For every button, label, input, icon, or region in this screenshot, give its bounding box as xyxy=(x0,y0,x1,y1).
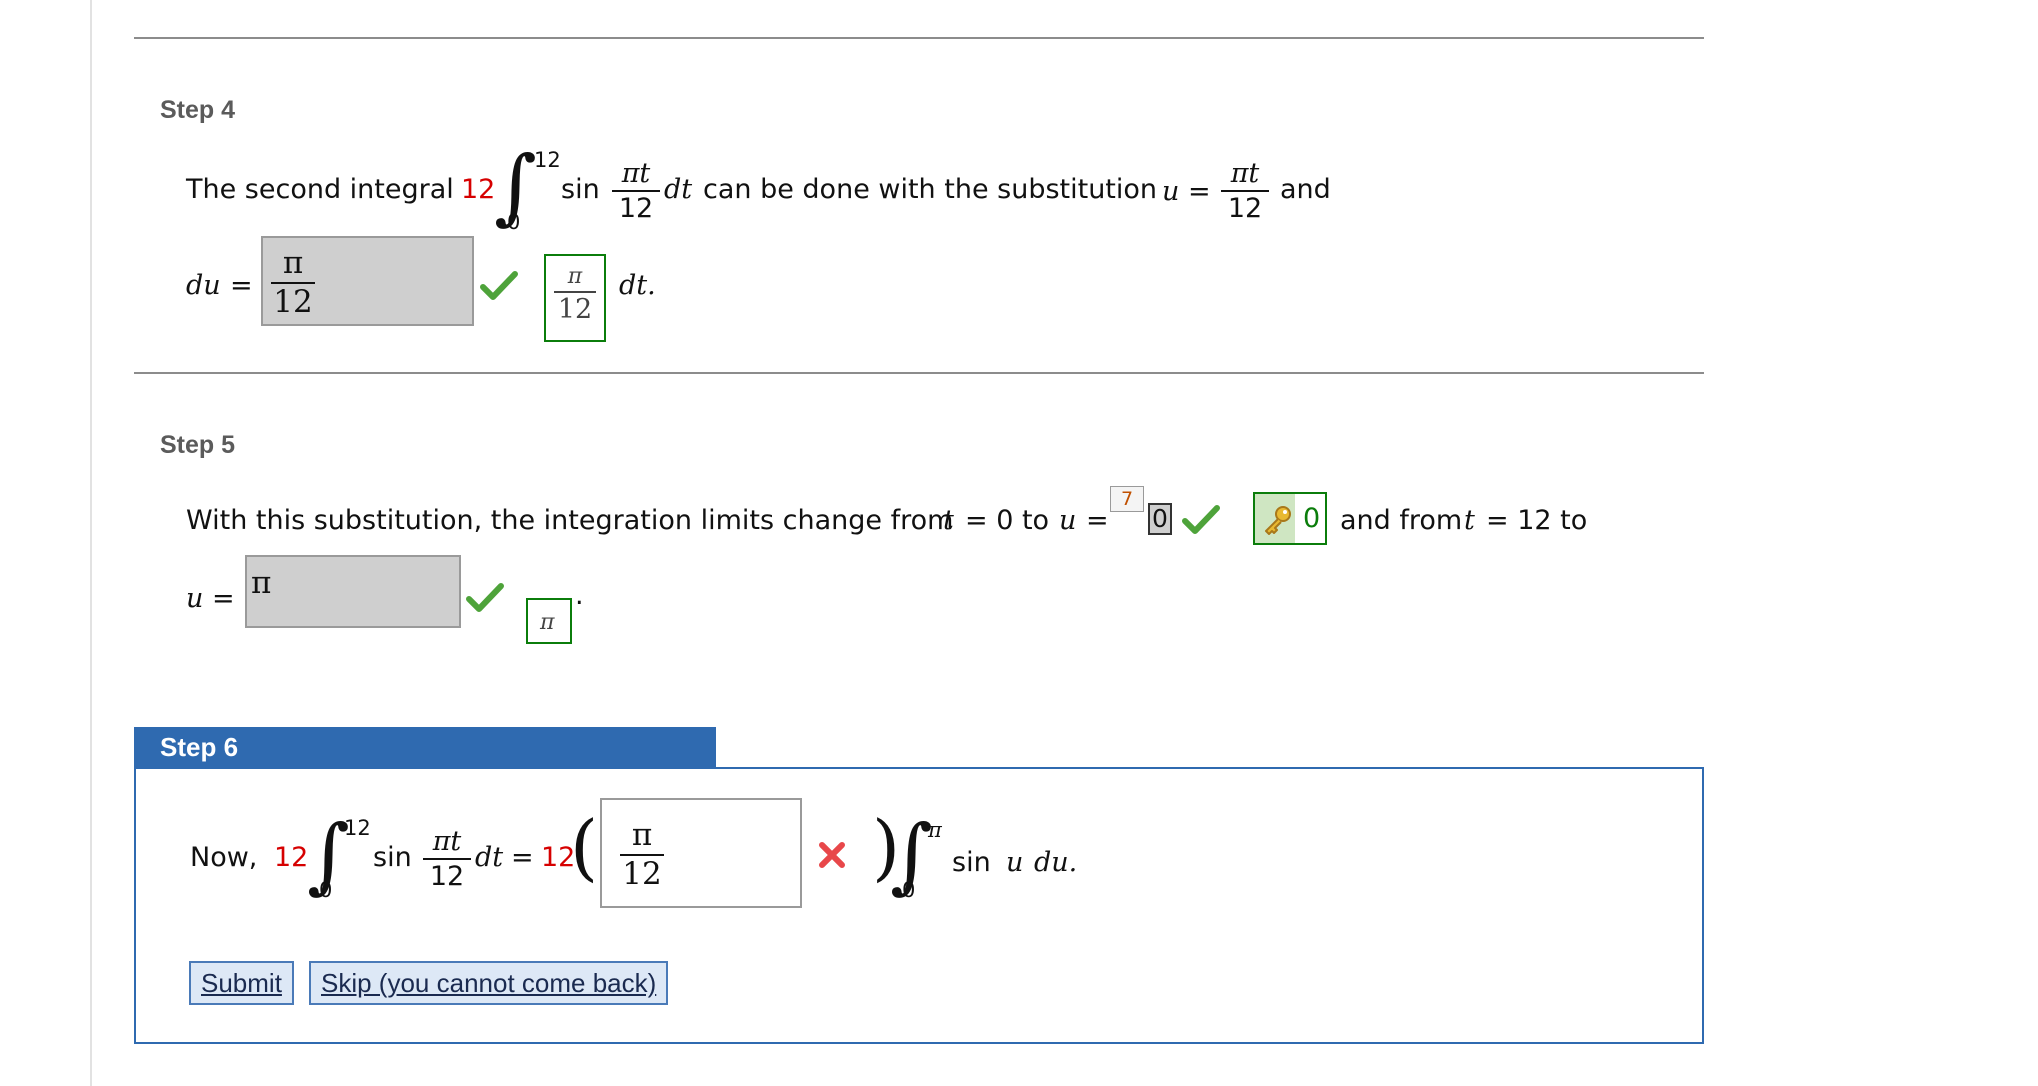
step6-panel: Now, 12 ∫ 12 0 sin πt 12 dt = 12 ( π 12 … xyxy=(134,767,1704,1044)
step6-sin2: sin xyxy=(952,847,991,878)
step4-upper-limit: 12 xyxy=(534,148,561,172)
step6-dt: dt xyxy=(475,842,504,873)
step4-lower-limit: 0 xyxy=(507,210,521,234)
step4-dt: dt xyxy=(664,174,693,205)
step6-heading: Step 6 xyxy=(134,727,716,767)
step6-input-num: π xyxy=(631,817,653,853)
step4-u-fraction: πt 12 xyxy=(1221,160,1269,222)
check-icon xyxy=(466,583,504,612)
step4-u-eq: = xyxy=(1188,176,1211,207)
check-icon xyxy=(1182,505,1220,534)
step6-lower-limit2: 0 xyxy=(902,878,916,902)
step5-eq2: = xyxy=(212,583,235,614)
lower-limit-answer-value: 0 xyxy=(1303,503,1321,534)
step4-heading: Step 4 xyxy=(160,96,236,124)
lower-limit-correct-answer: 0 xyxy=(1253,492,1327,545)
step4-u-label: u xyxy=(1162,176,1180,207)
step6-now: Now, xyxy=(190,842,258,873)
du-answer-den: 12 xyxy=(557,294,593,325)
step6-frac-num: πt xyxy=(432,826,462,857)
du-answer-fraction: π 12 xyxy=(554,266,596,323)
step5-eq12: = 12 to xyxy=(1486,505,1588,536)
step6-input[interactable]: π 12 xyxy=(600,798,802,908)
step5-u: u xyxy=(1059,505,1077,536)
skip-button[interactable]: Skip (you cannot come back) xyxy=(309,961,669,1005)
step6-coef: 12 xyxy=(274,842,309,873)
check-icon xyxy=(480,271,518,300)
upper-limit-input[interactable]: π xyxy=(245,555,461,628)
step4-frac-num: πt xyxy=(621,158,651,189)
left-paren-icon: ( xyxy=(570,805,599,889)
step4-sin: sin xyxy=(561,174,600,205)
upper-limit-correct-answer: π xyxy=(526,598,572,644)
step5-text2: and from xyxy=(1340,505,1463,536)
submit-button[interactable]: Submit xyxy=(189,961,294,1005)
step6-fraction: πt 12 xyxy=(423,828,471,890)
du-label: du xyxy=(186,270,221,301)
step6-input-fraction: π 12 xyxy=(620,820,664,890)
du-eq: = xyxy=(230,270,253,301)
du-input-fraction: π 12 xyxy=(271,248,315,318)
du-after: dt. xyxy=(619,270,656,301)
page-left-border xyxy=(90,0,92,1086)
upper-limit-input-value: π xyxy=(251,565,272,601)
step4-fraction: πt 12 xyxy=(612,160,660,222)
du-input[interactable]: π 12 xyxy=(261,236,474,326)
step6-frac-den: 12 xyxy=(429,861,465,892)
du-input-num: π xyxy=(282,245,304,281)
step5-eq0: = 0 to xyxy=(965,505,1050,536)
step6-eq: = xyxy=(511,842,534,873)
step4-coef: 12 xyxy=(461,174,496,205)
step4-u-den: 12 xyxy=(1227,193,1263,224)
cross-icon xyxy=(819,842,845,868)
step5-t2: t xyxy=(1464,505,1475,536)
step5-eq: = xyxy=(1086,505,1109,536)
step6-u: u xyxy=(1006,847,1024,878)
step4-text-before: The second integral xyxy=(186,174,454,205)
lower-limit-input[interactable]: 0 xyxy=(1148,503,1172,535)
step4-frac-den: 12 xyxy=(618,193,654,224)
question-content: Step 4 The second integral 12 ∫ 12 0 sin… xyxy=(134,0,1704,1086)
du-input-den: 12 xyxy=(273,284,313,320)
step4-text-end: and xyxy=(1280,174,1331,205)
step6-sin: sin xyxy=(373,842,412,873)
step4-divider xyxy=(134,372,1704,374)
du-correct-answer: π 12 xyxy=(544,254,606,342)
key-icon xyxy=(1265,506,1291,535)
top-divider xyxy=(134,37,1704,39)
upper-limit-answer-value: π xyxy=(540,610,555,635)
step5-heading: Step 5 xyxy=(160,431,236,459)
step6-upper-limit2: π xyxy=(928,818,942,842)
step5-text1: With this substitution, the integration … xyxy=(186,505,954,536)
step6-input-den: 12 xyxy=(622,856,662,892)
step6-du: du. xyxy=(1034,847,1078,878)
attempts-badge: 7 xyxy=(1110,486,1144,512)
step5-u2: u xyxy=(186,583,204,614)
step6-upper-limit: 12 xyxy=(344,816,371,840)
step4-u-num: πt xyxy=(1230,158,1260,189)
step5-period: . xyxy=(575,580,584,611)
step4-text-mid: can be done with the substitution xyxy=(703,174,1158,205)
step6-lower-limit: 0 xyxy=(319,878,333,902)
step5-t: t xyxy=(943,505,954,536)
du-answer-num: π xyxy=(567,264,583,289)
